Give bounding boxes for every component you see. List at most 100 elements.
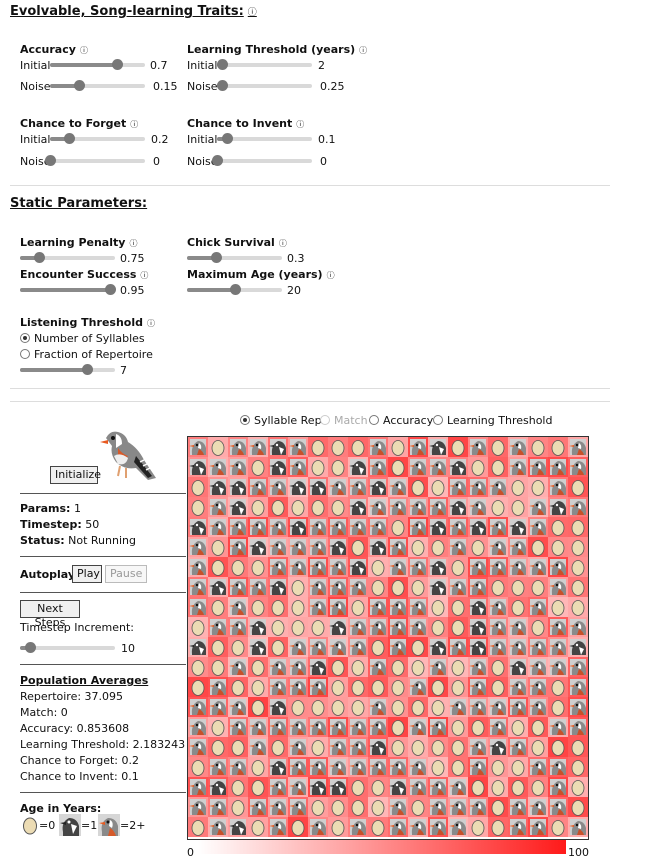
encounter-success-slider[interactable] (20, 284, 117, 295)
grid-cell (468, 437, 488, 457)
slider-thumb[interactable] (81, 364, 93, 375)
radio-icon[interactable] (369, 415, 379, 425)
slider-thumb[interactable] (34, 252, 45, 263)
grid-cell (248, 797, 268, 817)
slider-thumb[interactable] (105, 284, 117, 295)
info-icon[interactable]: ⓘ (130, 120, 138, 129)
info-icon[interactable]: ⓘ (129, 239, 137, 248)
grid-cell (428, 697, 448, 717)
chick-survival-slider[interactable] (187, 252, 282, 263)
chance-to-forget-initial-slider[interactable] (50, 133, 145, 144)
maximum-age-slider[interactable] (187, 284, 282, 295)
grid-cell (548, 437, 568, 457)
play-button[interactable]: Play (72, 565, 102, 583)
accuracy-noise-slider[interactable] (50, 80, 145, 91)
grid-cell (328, 697, 348, 717)
view-option-accuracy[interactable]: Accuracy (369, 414, 433, 427)
radio-selected-icon[interactable] (240, 415, 250, 425)
population-grid[interactable] (187, 436, 589, 840)
radio-disabled-icon[interactable] (320, 415, 330, 425)
radio-icon[interactable] (20, 349, 30, 359)
info-icon[interactable]: ⓘ (359, 46, 367, 55)
maximum-age-label-text: Maximum Age (years) (187, 268, 323, 281)
grid-cell (488, 657, 508, 677)
slider-thumb[interactable] (216, 80, 228, 91)
radio-number-of-syllables[interactable]: Number of Syllables (20, 332, 145, 345)
listening-threshold-slider[interactable] (20, 364, 115, 375)
radio-label: Learning Threshold (447, 414, 553, 427)
info-icon[interactable]: ⓘ (279, 239, 287, 248)
grid-cell (248, 817, 268, 837)
grid-cell (248, 677, 268, 697)
slider-thumb[interactable] (111, 59, 123, 70)
slider-thumb[interactable] (212, 155, 223, 166)
grid-cell (328, 577, 348, 597)
slider-thumb[interactable] (64, 133, 75, 144)
pause-button[interactable]: Pause (105, 565, 147, 583)
radio-label: Fraction of Repertoire (34, 348, 153, 361)
info-icon[interactable]: ⓘ (80, 46, 88, 55)
grid-cell (368, 697, 388, 717)
info-icon[interactable]: ⓘ (327, 271, 335, 280)
slider-thumb[interactable] (45, 155, 56, 166)
grid-cell (508, 617, 528, 637)
grid-cell (488, 757, 508, 777)
view-option-learning-threshold[interactable]: Learning Threshold (433, 414, 552, 427)
grid-cell (288, 597, 308, 617)
slider-thumb[interactable] (229, 284, 241, 295)
grid-cell (308, 517, 328, 537)
grid-cell (368, 757, 388, 777)
radio-fraction-of-repertoire[interactable]: Fraction of Repertoire (20, 348, 153, 361)
slider-thumb[interactable] (73, 80, 85, 91)
grid-cell (208, 677, 228, 697)
grid-cell (308, 797, 328, 817)
chance-to-forget-noise-slider[interactable] (45, 155, 145, 166)
grid-cell (428, 677, 448, 697)
grid-cell (288, 697, 308, 717)
chance-to-invent-noise-slider[interactable] (212, 155, 312, 166)
grid-cell (188, 477, 208, 497)
grid-cell (288, 777, 308, 797)
learning-threshold-initial-slider[interactable] (216, 59, 312, 70)
slider-thumb[interactable] (221, 133, 233, 144)
accuracy-label: Accuracy ⓘ (20, 43, 88, 56)
grid-cell (228, 697, 248, 717)
grid-cell (448, 657, 468, 677)
grid-cell (188, 697, 208, 717)
chance-to-invent-initial-slider[interactable] (217, 133, 312, 144)
params-value: 1 (73, 502, 81, 515)
info-icon[interactable]: ⓘ (248, 8, 257, 18)
learning-threshold-noise-slider[interactable] (216, 80, 312, 91)
info-icon[interactable]: ⓘ (140, 271, 148, 280)
radio-selected-icon[interactable] (20, 333, 30, 343)
slider-thumb[interactable] (24, 642, 36, 653)
accuracy-initial-slider[interactable] (50, 59, 145, 70)
grid-cell (388, 617, 408, 637)
grid-cell (268, 797, 288, 817)
slider-thumb[interactable] (210, 252, 222, 263)
grid-cell (488, 537, 508, 557)
grid-cell (448, 717, 468, 737)
grid-cell (448, 617, 468, 637)
radio-icon[interactable] (433, 415, 443, 425)
initialize-button[interactable]: Initialize (50, 466, 101, 484)
grid-cell (428, 517, 448, 537)
grid-cell (228, 457, 248, 477)
age-egg-label: =0 (39, 819, 56, 832)
info-icon[interactable]: ⓘ (296, 120, 304, 129)
timestep-increment-slider[interactable] (20, 642, 115, 653)
view-option-match[interactable]: Match (320, 414, 368, 427)
grid-cell (368, 637, 388, 657)
info-icon[interactable]: ⓘ (147, 319, 155, 328)
next-steps-button[interactable]: Next Steps (20, 600, 80, 629)
zebra-finch-logo-icon (100, 431, 156, 480)
slider-thumb[interactable] (216, 59, 228, 70)
grid-cell (528, 797, 548, 817)
learning-penalty-slider[interactable] (20, 252, 115, 263)
listening-threshold-label: Listening Threshold ⓘ (20, 316, 155, 329)
grid-cell (568, 797, 588, 817)
grid-cell (408, 617, 428, 637)
grid-cell (228, 637, 248, 657)
grid-cell (528, 657, 548, 677)
view-option-syllable-rep[interactable]: Syllable Rep (240, 414, 322, 427)
